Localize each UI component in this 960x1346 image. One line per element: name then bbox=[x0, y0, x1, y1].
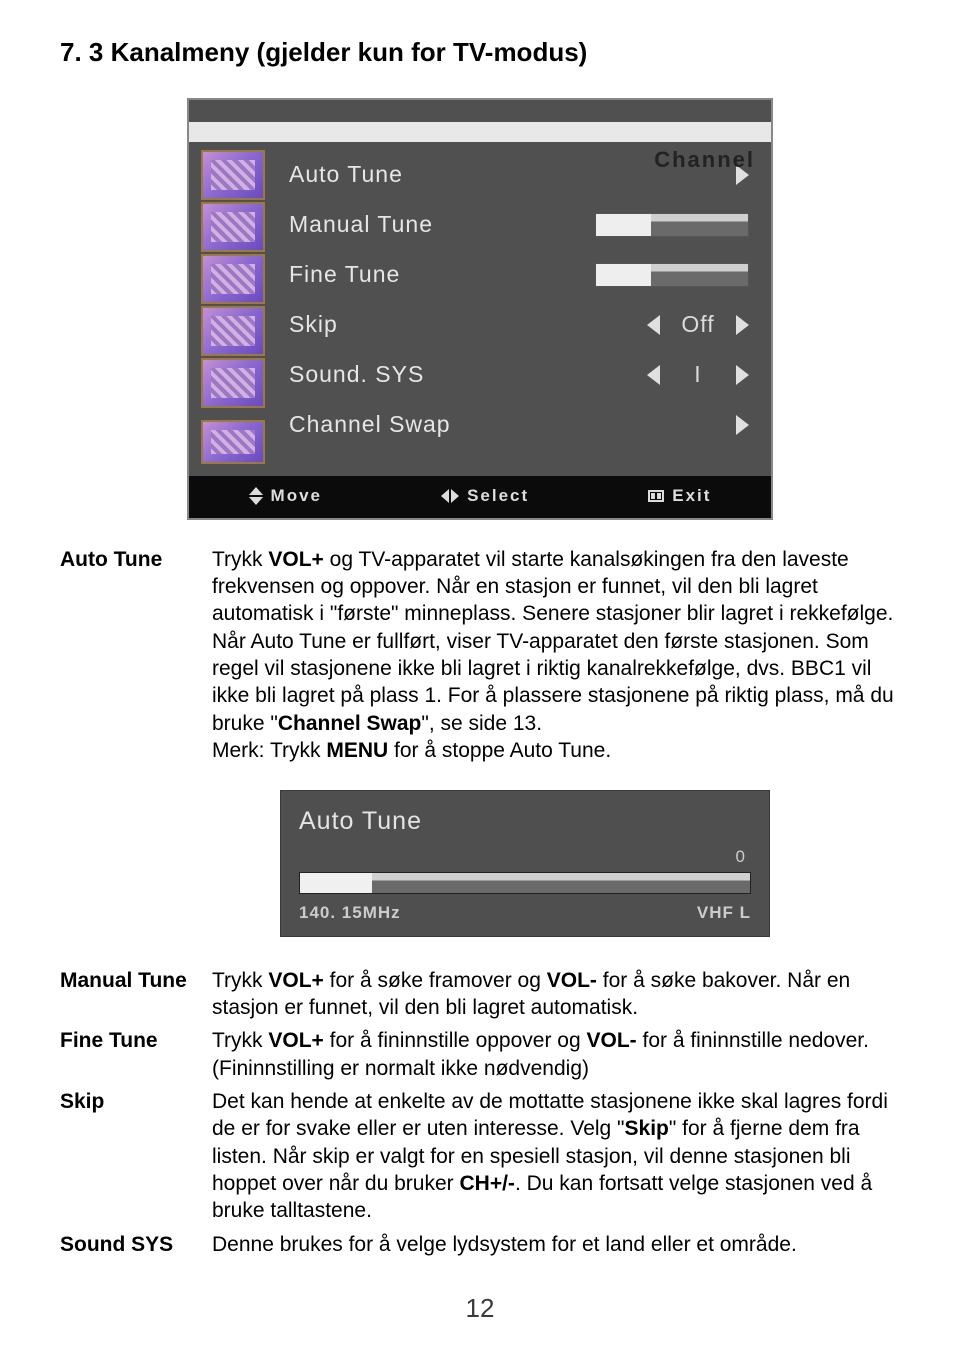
definition-body: Trykk VOL+ for å fininnstille oppover og… bbox=[212, 1027, 900, 1082]
osd-item-label: Skip bbox=[289, 310, 489, 340]
osd-menu-list: Auto Tune Manual Tune Fine Tune Skip Off bbox=[271, 150, 759, 464]
right-icon bbox=[451, 489, 459, 503]
auto-tune-count: 0 bbox=[736, 846, 745, 868]
osd-icon bbox=[201, 420, 265, 464]
osd-item-label: Manual Tune bbox=[289, 210, 489, 240]
definition-term: Auto Tune bbox=[60, 546, 212, 764]
auto-tune-progress bbox=[299, 872, 751, 894]
progress-bar bbox=[595, 263, 749, 287]
page-number: 12 bbox=[60, 1292, 900, 1326]
osd-item-fine-tune[interactable]: Fine Tune bbox=[289, 250, 759, 300]
osd-channel-menu: Channel Auto Tune Manual Tune Fine Tune bbox=[187, 98, 773, 520]
left-icon bbox=[441, 489, 449, 503]
definition-term: Manual Tune bbox=[60, 967, 212, 1022]
osd-title: Channel bbox=[654, 146, 755, 175]
osd-category-icons bbox=[201, 150, 271, 464]
osd-item-sound-sys[interactable]: Sound. SYS I bbox=[289, 350, 759, 400]
definition-term: Skip bbox=[60, 1088, 212, 1224]
up-icon bbox=[249, 487, 263, 495]
osd-item-value: I bbox=[678, 360, 718, 390]
osd-item-label: Channel Swap bbox=[289, 410, 489, 440]
hint-label: Exit bbox=[672, 485, 711, 507]
hint-exit: Exit bbox=[648, 485, 711, 507]
osd-icon bbox=[201, 202, 265, 252]
exit-icon bbox=[648, 490, 664, 502]
chevron-right-icon bbox=[736, 365, 749, 385]
chevron-left-icon bbox=[647, 315, 660, 335]
definition-term: Sound SYS bbox=[60, 1231, 212, 1258]
osd-footer: Move Select Exit bbox=[189, 466, 771, 518]
chevron-right-icon bbox=[736, 415, 749, 435]
definition-skip: Skip Det kan hende at enkelte av de mott… bbox=[60, 1088, 900, 1224]
definition-manual-tune: Manual Tune Trykk VOL+ for å søke framov… bbox=[60, 967, 900, 1022]
osd-icon bbox=[201, 358, 265, 408]
down-icon bbox=[249, 497, 263, 505]
osd-item-value: Off bbox=[678, 310, 718, 340]
chevron-left-icon bbox=[647, 365, 660, 385]
section-heading: 7. 3 Kanalmeny (gjelder kun for TV-modus… bbox=[60, 36, 900, 70]
hint-select: Select bbox=[441, 485, 529, 507]
auto-tune-frequency: 140. 15MHz bbox=[299, 902, 401, 924]
osd-item-label: Fine Tune bbox=[289, 260, 489, 290]
osd-item-skip[interactable]: Skip Off bbox=[289, 300, 759, 350]
definition-term: Fine Tune bbox=[60, 1027, 212, 1082]
definition-fine-tune: Fine Tune Trykk VOL+ for å fininnstille … bbox=[60, 1027, 900, 1082]
definition-auto-tune: Auto Tune Trykk VOL+ og TV-apparatet vil… bbox=[60, 546, 900, 764]
osd-item-label: Sound. SYS bbox=[289, 360, 489, 390]
osd-item-manual-tune[interactable]: Manual Tune bbox=[289, 200, 759, 250]
auto-tune-title: Auto Tune bbox=[299, 805, 751, 838]
auto-tune-band: VHF L bbox=[697, 902, 751, 924]
hint-move: Move bbox=[249, 485, 322, 507]
osd-icon bbox=[201, 254, 265, 304]
progress-bar bbox=[595, 213, 749, 237]
definition-body: Trykk VOL+ for å søke framover og VOL- f… bbox=[212, 967, 900, 1022]
chevron-right-icon bbox=[736, 315, 749, 335]
definition-body: Trykk VOL+ og TV-apparatet vil starte ka… bbox=[212, 546, 900, 764]
definition-body: Denne brukes for å velge lydsystem for e… bbox=[212, 1231, 900, 1258]
osd-icon bbox=[201, 150, 265, 200]
definition-sound-sys: Sound SYS Denne brukes for å velge lydsy… bbox=[60, 1231, 900, 1258]
auto-tune-popup: Auto Tune 0 140. 15MHz VHF L bbox=[280, 790, 770, 937]
definition-body: Det kan hende at enkelte av de mottatte … bbox=[212, 1088, 900, 1224]
osd-item-label: Auto Tune bbox=[289, 160, 489, 190]
hint-label: Move bbox=[271, 485, 322, 507]
osd-item-channel-swap[interactable]: Channel Swap bbox=[289, 400, 759, 450]
hint-label: Select bbox=[467, 485, 529, 507]
osd-icon bbox=[201, 306, 265, 356]
osd-top-bar: Channel bbox=[189, 100, 771, 142]
